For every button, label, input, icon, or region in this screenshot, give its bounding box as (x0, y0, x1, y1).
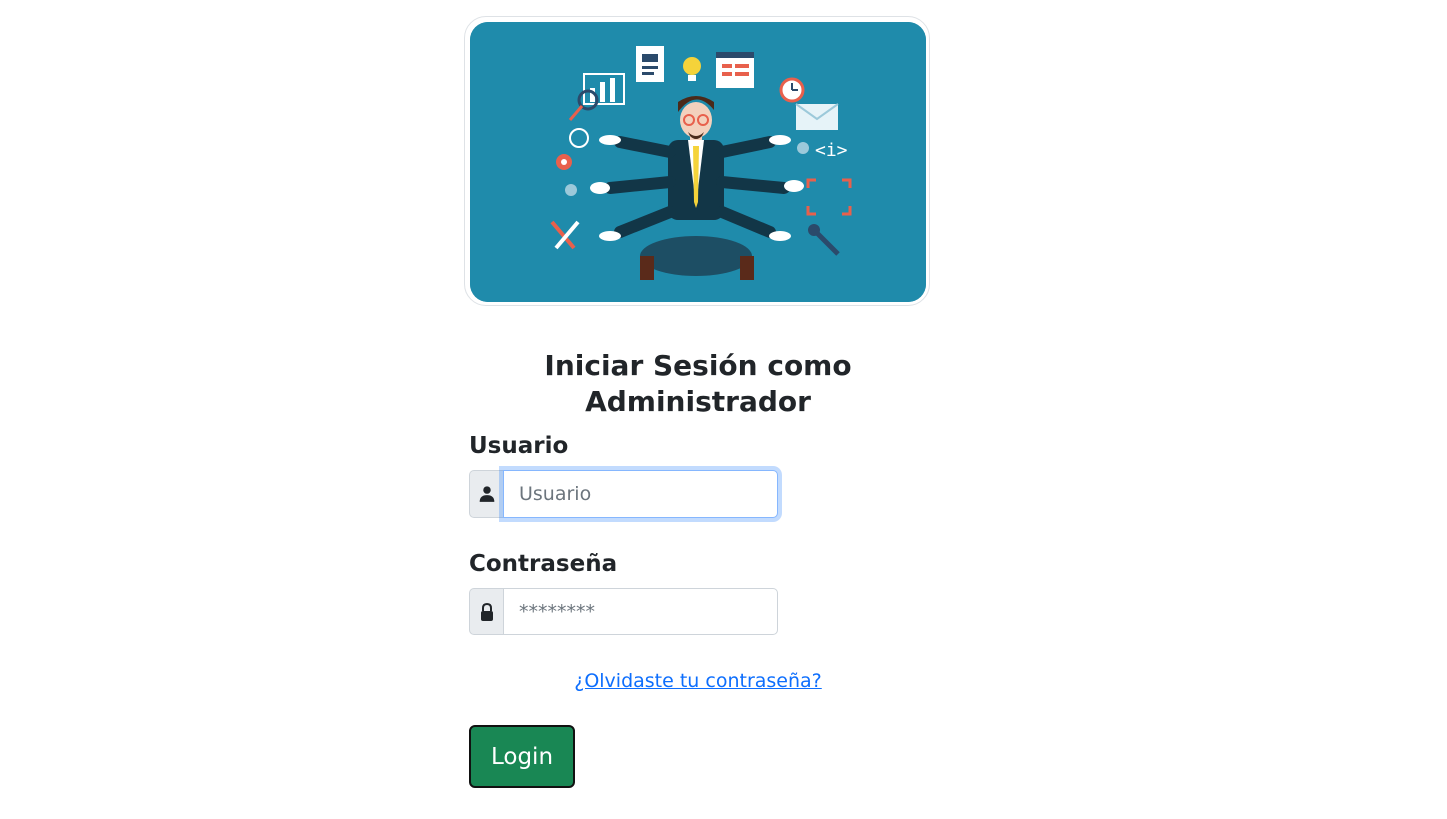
hero-image-frame: <i> (464, 16, 930, 306)
login-page: <i> Iniciar Sesión como Administrador Us… (0, 0, 1447, 819)
multitasking-admin-illustration: <i> (470, 22, 926, 302)
username-label: Usuario (469, 433, 569, 459)
user-icon (469, 470, 503, 518)
page-title: Iniciar Sesión como Administrador (544, 349, 852, 418)
password-field[interactable] (503, 588, 778, 635)
forgot-password-link[interactable]: ¿Olvidaste tu contraseña? (540, 668, 856, 694)
username-input-group (469, 470, 778, 518)
svg-text:<i>: <i> (815, 140, 848, 161)
username-field[interactable] (503, 470, 778, 518)
hero-illustration: <i> (470, 22, 926, 302)
lock-icon (469, 588, 503, 635)
login-button[interactable]: Login (469, 725, 575, 788)
password-input-group (469, 588, 778, 635)
password-label: Contraseña (469, 551, 618, 577)
